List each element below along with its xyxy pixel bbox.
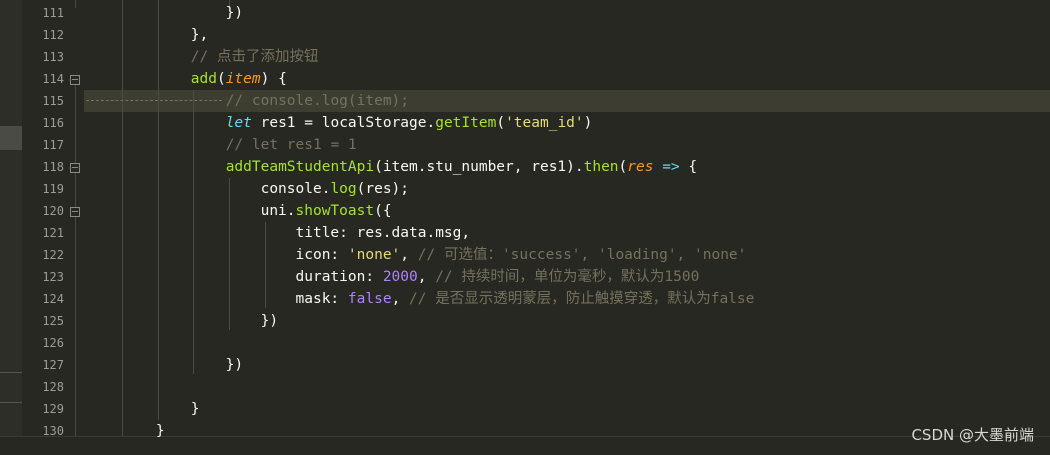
line-number: 125 — [42, 314, 64, 328]
fold-stem — [75, 172, 76, 208]
code-line[interactable]: addTeamStudentApi(item.stu_number, res1)… — [86, 156, 697, 178]
code-line[interactable]: }) — [86, 354, 243, 376]
code-line[interactable]: // console.log(item); — [86, 90, 409, 112]
code-line[interactable]: mask: false, // 是否显示透明蒙层，防止触摸穿透，默认为false — [86, 288, 755, 310]
code-line[interactable]: icon: 'none', // 可选值：'success', 'loading… — [86, 244, 747, 266]
code-line[interactable]: add(item) { — [86, 68, 287, 90]
line-number: 127 — [42, 358, 64, 372]
fold-stem — [75, 0, 76, 8]
code-line[interactable]: // let res1 = 1 — [86, 134, 357, 156]
line-number: 120 — [42, 204, 64, 218]
code-line[interactable]: uni.showToast({ — [86, 200, 392, 222]
line-number: 117 — [42, 138, 64, 152]
line-number: 130 — [42, 424, 64, 438]
line-number: 122 — [42, 248, 64, 262]
fold-toggle-icon[interactable] — [70, 75, 80, 85]
line-number: 123 — [42, 270, 64, 284]
watermark: CSDN @大墨前端 — [911, 426, 1034, 444]
code-line[interactable]: // 点击了添加按钮 — [86, 46, 319, 68]
code-line[interactable]: let res1 = localStorage.getItem('team_id… — [86, 112, 593, 134]
strip-divider — [0, 372, 22, 373]
code-line[interactable]: title: res.data.msg, — [86, 222, 471, 244]
side-panel-strip[interactable] — [0, 0, 23, 454]
line-number: 112 — [42, 28, 64, 42]
strip-selected-marker — [0, 126, 22, 150]
line-number: 116 — [42, 116, 64, 130]
code-line[interactable]: }) — [86, 310, 278, 332]
line-number: 111 — [42, 6, 64, 20]
line-number: 119 — [42, 182, 64, 196]
line-number: 126 — [42, 336, 64, 350]
code-line[interactable]: } — [86, 420, 165, 442]
fold-toggle-icon[interactable] — [70, 163, 80, 173]
line-number: 129 — [42, 402, 64, 416]
code-line[interactable]: }, — [86, 24, 208, 46]
line-number: 128 — [42, 380, 64, 394]
line-number: 115 — [42, 94, 64, 108]
code-line[interactable]: console.log(res); — [86, 178, 409, 200]
code-line[interactable]: duration: 2000, // 持续时间，单位为毫秒，默认为1500 — [86, 266, 700, 288]
line-number: 121 — [42, 226, 64, 240]
fold-stem — [75, 84, 76, 164]
line-number: 118 — [42, 160, 64, 174]
fold-stem — [75, 216, 76, 436]
fold-toggle-icon[interactable] — [70, 207, 80, 217]
line-number: 113 — [42, 50, 64, 64]
code-line[interactable]: } — [86, 398, 200, 420]
strip-divider — [0, 402, 22, 403]
line-number: 124 — [42, 292, 64, 306]
line-number: 114 — [42, 72, 64, 86]
code-line[interactable]: }) — [86, 2, 243, 24]
